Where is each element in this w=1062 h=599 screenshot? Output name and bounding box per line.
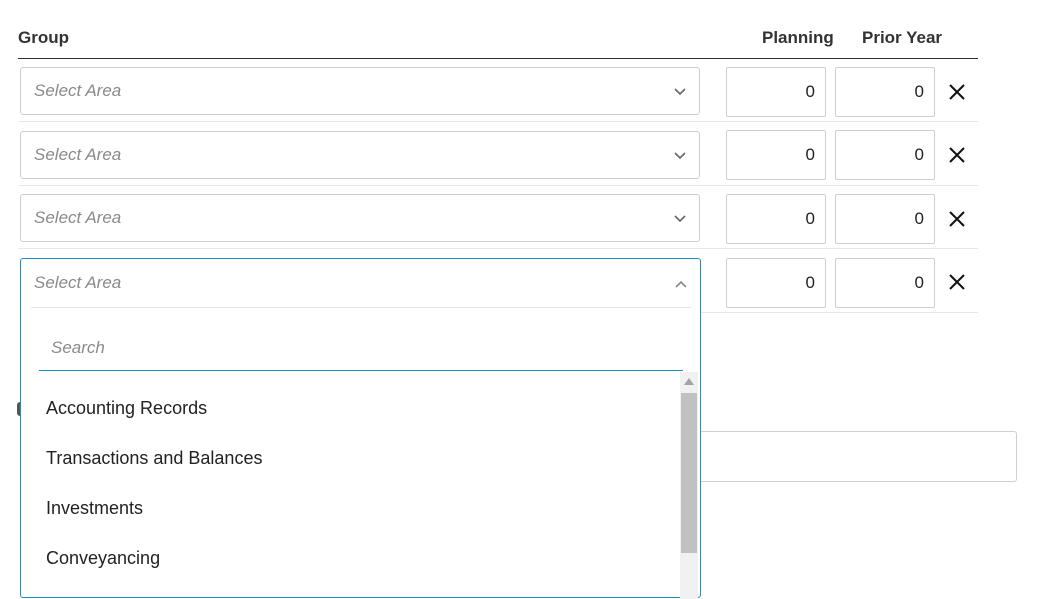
search-input[interactable] [39, 325, 683, 371]
prior-year-input[interactable]: 0 [835, 67, 935, 117]
group-header: Group [18, 28, 69, 47]
area-select-placeholder: Select Area [34, 273, 122, 292]
row-divider [700, 312, 978, 313]
row-divider [18, 185, 978, 186]
header-divider [18, 58, 978, 59]
close-icon[interactable] [947, 145, 967, 165]
option-item[interactable]: Investments [46, 498, 143, 519]
prior-year-header: Prior Year [862, 28, 943, 47]
area-select-placeholder: Select Area [34, 145, 122, 164]
planning-input[interactable]: 0 [726, 258, 826, 308]
close-icon[interactable] [947, 82, 967, 102]
prior-year-input[interactable]: 0 [835, 258, 935, 308]
area-select[interactable]: Select Area [20, 194, 700, 242]
chevron-down-icon [674, 88, 686, 96]
planning-input[interactable]: 0 [726, 130, 826, 180]
area-select[interactable]: Select Area [20, 67, 700, 115]
chevron-down-icon [674, 215, 686, 223]
scrollbar-thumb[interactable] [681, 393, 697, 553]
area-select-placeholder: Select Area [34, 208, 122, 227]
planning-input[interactable]: 0 [726, 194, 826, 244]
close-icon[interactable] [947, 272, 967, 292]
chevron-up-icon[interactable] [674, 277, 688, 291]
row-divider [18, 248, 978, 249]
prior-year-input[interactable]: 0 [835, 194, 935, 244]
option-item[interactable]: Accounting Records [46, 398, 207, 419]
scroll-up-icon[interactable] [684, 378, 694, 385]
row-divider [18, 121, 978, 122]
area-select-placeholder: Select Area [34, 81, 122, 100]
area-select[interactable]: Select Area [20, 131, 700, 179]
chevron-down-icon [674, 152, 686, 160]
planning-input[interactable]: 0 [726, 67, 826, 117]
option-item[interactable]: Conveyancing [46, 548, 160, 569]
prior-year-input[interactable]: 0 [835, 130, 935, 180]
option-item[interactable]: Transactions and Balances [46, 448, 262, 469]
dropdown-divider [31, 307, 691, 308]
area-select-open[interactable]: Select Area Accounting Records Transacti… [20, 258, 701, 599]
close-icon[interactable] [947, 209, 967, 229]
planning-header: Planning [762, 28, 834, 47]
scrollbar[interactable] [680, 372, 698, 599]
